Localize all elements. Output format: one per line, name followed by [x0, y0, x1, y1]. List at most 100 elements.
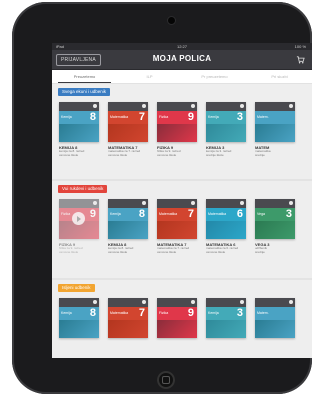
book-item[interactable]: Matematika 7 MATEMATIKA 7 matematika za 7. …: [108, 102, 148, 160]
cover-art: [157, 320, 197, 338]
book-cover[interactable]: Kemija 8: [59, 102, 99, 142]
cover-subject: Matem.: [257, 115, 269, 119]
cover-subject: Vega: [257, 212, 265, 216]
book-item[interactable]: Vega 3 VEGA 3 udžbenik srednje: [255, 199, 295, 257]
tab-ilp[interactable]: ILP: [117, 70, 182, 83]
book-item[interactable]: Kemija 3 KEMIJA 3 kemija za 3. razred srednj…: [206, 102, 246, 160]
publisher-logo-icon: [191, 201, 195, 205]
book-item[interactable]: Fizika 9 FIZIKA 9 fizika za 9. razred osnovn…: [59, 199, 99, 257]
book-subtitle: srednje: [255, 250, 265, 254]
publisher-logo-icon: [240, 300, 244, 304]
cart-icon[interactable]: [296, 55, 305, 64]
cover-grade: 8: [89, 111, 96, 123]
app-header: PRIJAVLJENA MOJA POLICA: [52, 50, 312, 70]
cover-art: [255, 124, 295, 142]
cover-grade: 3: [236, 111, 243, 123]
cover-grade: 6: [236, 208, 243, 220]
book-subtitle: osnovne škole: [59, 153, 79, 157]
book-item[interactable]: Matem. MATEM matematika srednje: [255, 102, 295, 160]
book-subtitle: srednje škole: [206, 153, 224, 157]
book-item[interactable]: Kemija 8 KEMIJA 8 kemija za 8. razred osnovn…: [108, 199, 148, 257]
shelf-section: Vui rukdevi i udbenik Fizika 9 FIZIKA 9 fizi…: [52, 181, 312, 280]
publisher-logo-icon: [142, 104, 146, 108]
book-cover[interactable]: Vega 3: [255, 199, 295, 239]
book-row: Kemija 8 KEMIJA 8 kemija za 8. razred osnovn…: [52, 102, 312, 160]
tab-pri-sluzbi[interactable]: Pri sluzbi: [247, 70, 312, 83]
book-cover[interactable]: Kemija 8: [59, 298, 99, 338]
cover-art: [206, 320, 246, 338]
section-label[interactable]: Vui rukdevi i udbenik: [58, 185, 108, 193]
shelf-section: Svega ekuni i udbenik Kemija 8 KEMIJA 8 kemi…: [52, 84, 312, 181]
book-subtitle: osnovne škole: [108, 250, 128, 254]
cover-grade: 8: [89, 307, 96, 319]
book-item[interactable]: Matematika 6 MATEMATIKA 6 matematika za 6. …: [206, 199, 246, 257]
cover-art: [59, 124, 99, 142]
cover-subject: Fizika: [159, 115, 169, 119]
cover-art: [59, 320, 99, 338]
book-item[interactable]: Fizika 9 FIZIKA 9 fizika za 9. razred osnovn…: [157, 102, 197, 160]
book-cover[interactable]: Kemija 8: [108, 199, 148, 239]
cover-subject: Matem.: [257, 311, 269, 315]
cover-grade: 9: [187, 111, 194, 123]
book-row: Fizika 9 FIZIKA 9 fizika za 9. razred osnovn…: [52, 199, 312, 257]
cover-subject: Matematika: [208, 212, 227, 216]
book-cover[interactable]: Matematika 7: [108, 298, 148, 338]
tab-pr-preuzetemo[interactable]: Pr preuzetemo: [182, 70, 247, 83]
play-icon[interactable]: [72, 212, 85, 225]
book-cover[interactable]: Fizika 9: [59, 199, 99, 239]
book-cover[interactable]: Matematika 7: [157, 199, 197, 239]
book-cover[interactable]: Matem.: [255, 298, 295, 338]
cover-art: [206, 221, 246, 239]
book-item[interactable]: Matematika 7: [108, 298, 148, 356]
cover-art: [108, 124, 148, 142]
cover-grade: 3: [285, 208, 292, 220]
section-label[interactable]: Svega ekuni i udbenik: [58, 88, 111, 96]
tab-preuzetemo[interactable]: Preuzetemo: [52, 70, 117, 83]
cover-subject: Matematika: [110, 311, 129, 315]
cover-subject: Matematika: [110, 115, 129, 119]
publisher-logo-icon: [191, 300, 195, 304]
tab-bar: Preuzetemo ILP Pr preuzetemo Pri sluzbi: [52, 70, 312, 84]
tablet-device: iPad 12:27 100 % PRIJAVLJENA MOJA POLICA…: [12, 2, 312, 394]
cover-subject: Kemija: [110, 212, 121, 216]
cover-art: [157, 221, 197, 239]
book-item[interactable]: Matematika 7 MATEMATIKA 7 matematika za 7. …: [157, 199, 197, 257]
book-cover[interactable]: Matematika 7: [108, 102, 148, 142]
cover-subject: Kemija: [61, 311, 72, 315]
book-subtitle: osnovne škole: [59, 250, 79, 254]
camera-icon: [168, 17, 175, 24]
publisher-logo-icon: [289, 104, 293, 108]
publisher-logo-icon: [240, 104, 244, 108]
book-cover[interactable]: Fizika 9: [157, 298, 197, 338]
book-subtitle: srednje: [255, 153, 265, 157]
book-item[interactable]: Kemija 3: [206, 298, 246, 356]
page-title: MOJA POLICA: [152, 54, 212, 63]
cover-subject: Fizika: [61, 212, 71, 216]
cover-subject: Matematika: [159, 212, 178, 216]
book-item[interactable]: Matem.: [255, 298, 295, 356]
publisher-logo-icon: [93, 300, 97, 304]
book-subtitle: osnovne škole: [157, 250, 177, 254]
publisher-logo-icon: [240, 201, 244, 205]
cover-art: [255, 221, 295, 239]
cover-grade: 9: [89, 208, 96, 220]
book-cover[interactable]: Matem.: [255, 102, 295, 142]
cover-grade: 9: [187, 307, 194, 319]
status-bar: iPad 12:27 100 %: [52, 43, 312, 50]
home-button[interactable]: [157, 371, 175, 389]
publisher-logo-icon: [93, 201, 97, 205]
book-item[interactable]: Kemija 8: [59, 298, 99, 356]
cover-subject: Kemija: [208, 311, 219, 315]
publisher-logo-icon: [142, 300, 146, 304]
cover-grade: 7: [138, 111, 145, 123]
section-label[interactable]: Isljeni udbenik: [58, 284, 95, 292]
book-cover[interactable]: Matematika 6: [206, 199, 246, 239]
book-cover[interactable]: Kemija 3: [206, 298, 246, 338]
book-cover[interactable]: Kemija 3: [206, 102, 246, 142]
book-subtitle: osnovne škole: [108, 153, 128, 157]
publisher-logo-icon: [289, 201, 293, 205]
book-cover[interactable]: Fizika 9: [157, 102, 197, 142]
book-item[interactable]: Fizika 9: [157, 298, 197, 356]
book-row: Kemija 8 Matematika 7 Fizika 9 Kemija 3 Matem.: [52, 298, 312, 356]
book-item[interactable]: Kemija 8 KEMIJA 8 kemija za 8. razred osnovn…: [59, 102, 99, 160]
